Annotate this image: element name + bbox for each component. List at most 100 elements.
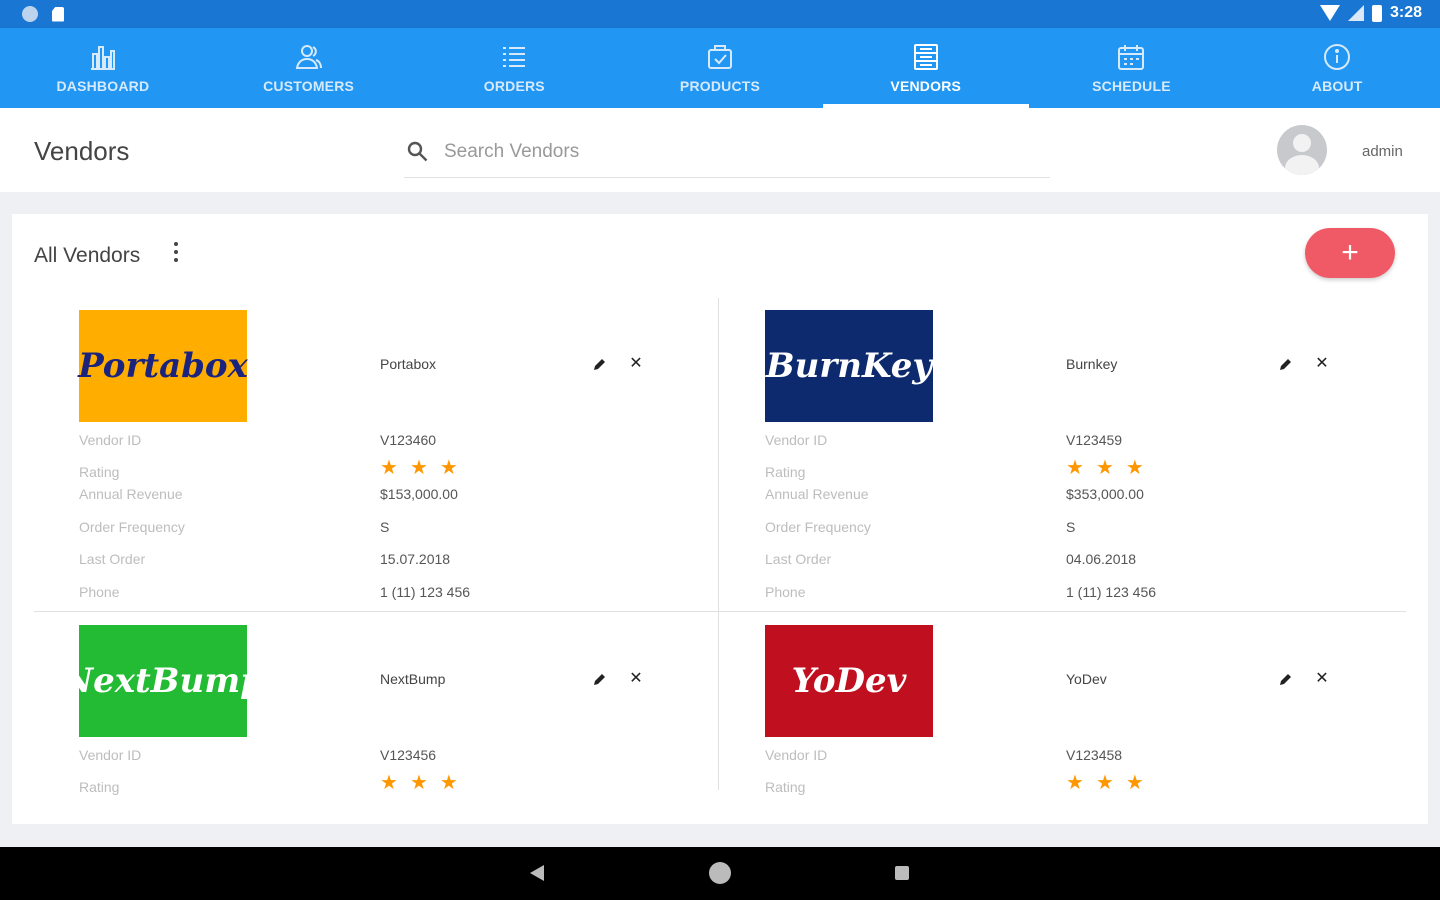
annual-revenue: $353,000.00 [1066,486,1144,502]
close-icon[interactable]: ✕ [628,671,644,687]
star-icon: ★ [409,772,428,794]
label-annual-revenue: Annual Revenue [79,486,183,502]
tab-schedule[interactable]: SCHEDULE [1029,28,1235,108]
label-rating: Rating [79,464,120,480]
status-time: 3:28 [1389,4,1422,21]
phone: 1 (11) 123 456 [380,584,471,600]
label-annual-revenue: Annual Revenue [765,486,869,502]
home-icon[interactable] [709,862,731,884]
star-icon: ★ [439,772,458,794]
search-icon[interactable] [406,140,430,164]
sd-card-icon [52,6,64,22]
package-icon [705,42,735,72]
star-icon: ★ [409,457,428,479]
tab-label: VENDORS [890,78,962,94]
label-vendor-id: Vendor ID [79,432,142,448]
avatar-head [1293,134,1311,152]
rating-stars: ★ ★ ★ [380,773,458,793]
label-last-order: Last Order [79,551,146,567]
wifi-icon [1319,5,1340,21]
tab-customers[interactable]: CUSTOMERS [206,28,412,108]
page-header: Vendors admin [0,108,1440,192]
vendor-name: Portabox [380,356,437,372]
tab-dashboard[interactable]: DASHBOARD [0,28,206,108]
vendor-logo: NextBump [62,625,264,737]
order-frequency: S [1066,519,1076,535]
system-nav-bar [0,847,1440,900]
vendor-logo: BurnKey [765,310,933,422]
tab-orders[interactable]: ORDERS [411,28,617,108]
star-icon: ★ [1125,772,1144,794]
tab-label: PRODUCTS [679,78,761,94]
tab-label: ORDERS [483,78,545,94]
vendor-id: V123459 [1066,432,1123,448]
star-icon: ★ [1095,457,1114,479]
annual-revenue: $153,000.00 [380,486,458,502]
vendor-card-yodev: YoDev YoDev ✕ Vendor ID V123458 Rating ★… [720,613,1360,824]
notification-dot-icon [22,6,38,22]
star-icon: ★ [1095,772,1114,794]
bar-chart-icon [88,42,118,72]
label-phone: Phone [79,584,120,600]
status-bar: 3:28 [0,0,1440,28]
star-icon: ★ [380,772,398,794]
edit-icon[interactable] [592,671,608,687]
vendor-logo: Portabox [78,310,248,422]
label-vendor-id: Vendor ID [79,747,142,763]
vendor-id: V123460 [380,432,437,448]
tab-about[interactable]: ABOUT [1234,28,1440,108]
signal-icon [1347,5,1364,21]
avatar-body [1285,155,1319,175]
rating-stars: ★ ★ ★ [380,458,458,478]
vendor-name: NextBump [380,671,446,687]
rating-stars: ★ ★ ★ [1066,773,1144,793]
rating-stars: ★ ★ ★ [1066,458,1144,478]
vendor-name: Burnkey [1066,356,1118,372]
vendor-name: YoDev [1066,671,1107,687]
recent-apps-icon[interactable] [895,866,909,880]
label-phone: Phone [765,584,806,600]
tab-label: CUSTOMERS [263,78,355,94]
vendor-card-portabox: Portabox Portabox ✕ Vendor ID V123460 Ra… [34,298,674,600]
tab-label: SCHEDULE [1092,78,1171,94]
star-icon: ★ [1066,772,1084,794]
last-order: 15.07.2018 [380,551,451,567]
edit-icon[interactable] [1278,356,1294,372]
label-vendor-id: Vendor ID [765,747,828,763]
label-rating: Rating [79,779,120,795]
info-icon [1322,42,1352,72]
close-icon[interactable]: ✕ [1314,671,1330,687]
star-icon: ★ [1066,457,1084,479]
page-title: Vendors [34,136,130,166]
battery-icon [1371,4,1382,22]
user-name[interactable]: admin [1362,143,1403,160]
edit-icon[interactable] [592,356,608,372]
grid-divider-horizontal [34,611,1406,612]
vendor-icon [911,42,941,72]
label-last-order: Last Order [765,551,832,567]
vendors-card: All Vendors + Portabox Portabox ✕ Vendor… [12,214,1428,824]
tab-label: ABOUT [1311,78,1363,94]
edit-icon[interactable] [1278,671,1294,687]
add-vendor-button[interactable]: + [1305,228,1395,278]
vendor-logo: YoDev [765,625,933,737]
close-icon[interactable]: ✕ [1314,356,1330,372]
vendor-id: V123458 [1066,747,1123,763]
more-options-icon[interactable] [172,242,180,262]
label-vendor-id: Vendor ID [765,432,828,448]
vendor-card-nextbump: NextBump NextBump ✕ Vendor ID V123456 Ra… [34,613,674,824]
label-rating: Rating [765,464,806,480]
star-icon: ★ [380,457,398,479]
search-input[interactable] [444,138,1034,166]
tab-products[interactable]: PRODUCTS [617,28,823,108]
tab-vendors[interactable]: VENDORS [822,28,1029,108]
star-icon: ★ [1125,457,1144,479]
avatar[interactable] [1277,125,1327,175]
last-order: 04.06.2018 [1066,551,1137,567]
back-icon[interactable] [530,865,544,881]
close-icon[interactable]: ✕ [628,356,644,372]
phone: 1 (11) 123 456 [1066,584,1157,600]
label-order-frequency: Order Frequency [765,519,871,535]
label-order-frequency: Order Frequency [79,519,185,535]
vendor-id: V123456 [380,747,437,763]
